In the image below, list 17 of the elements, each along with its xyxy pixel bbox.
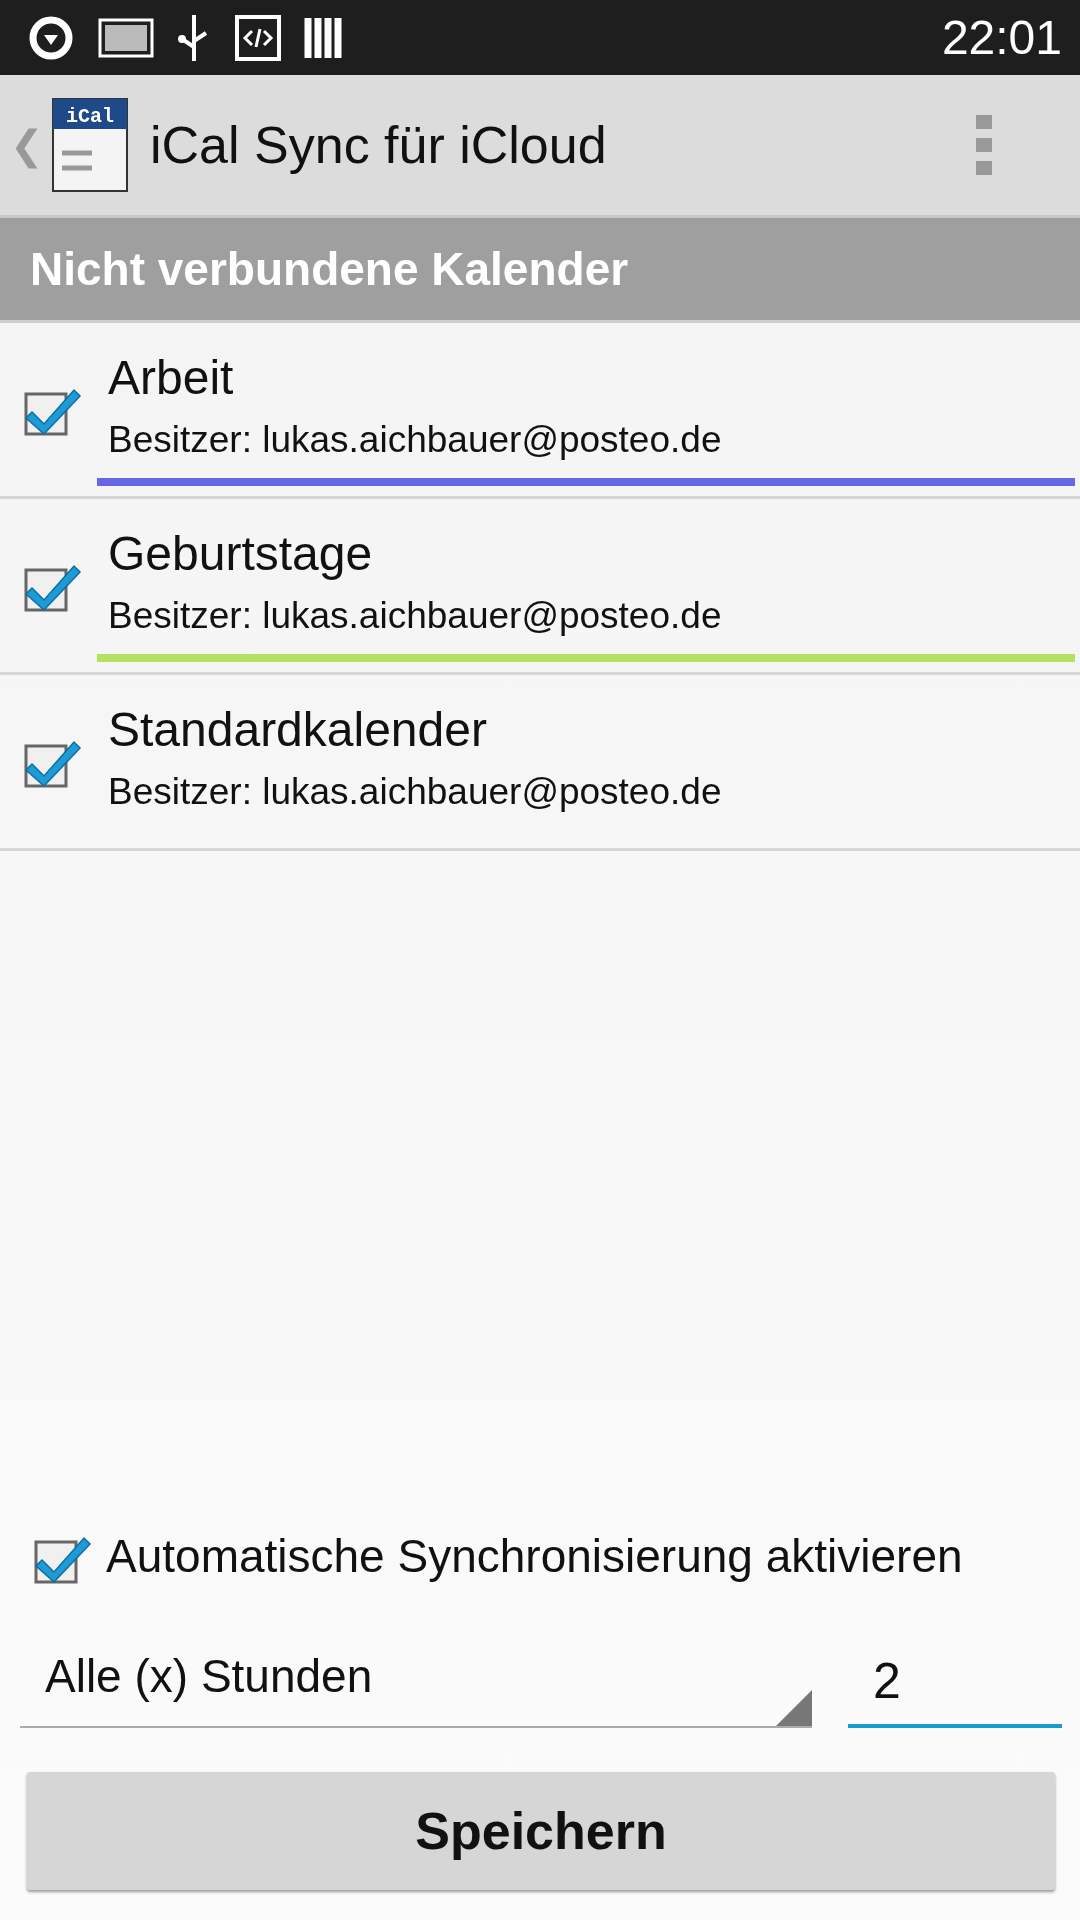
image-icon [98,17,154,58]
save-button[interactable]: Speichern [27,1772,1055,1890]
code-icon [234,13,282,62]
dropdown-corner-icon [776,1690,812,1726]
interval-dropdown[interactable]: Alle (x) Stunden [20,1626,812,1728]
calendar-owner: Besitzer: lukas.aichbauer@posteo.de [108,771,722,813]
clock-time: 22:01 [941,10,1062,65]
app-logo-icon[interactable]: iCal [52,98,128,192]
hours-input[interactable]: 2 [848,1638,1062,1728]
auto-sync-label: Automatische Synchronisierung aktivieren [106,1529,963,1583]
calendar-name: Arbeit [108,350,235,405]
calendar-owner: Besitzer: lukas.aichbauer@posteo.de [108,595,722,637]
section-title: Nicht verbundene Kalender [30,242,629,296]
app-title: iCal Sync für iCloud [150,115,607,175]
calendar-owner: Besitzer: lukas.aichbauer@posteo.de [108,419,722,461]
calendar-name: Geburtstage [108,526,374,581]
calendar-name: Standardkalender [108,702,488,757]
